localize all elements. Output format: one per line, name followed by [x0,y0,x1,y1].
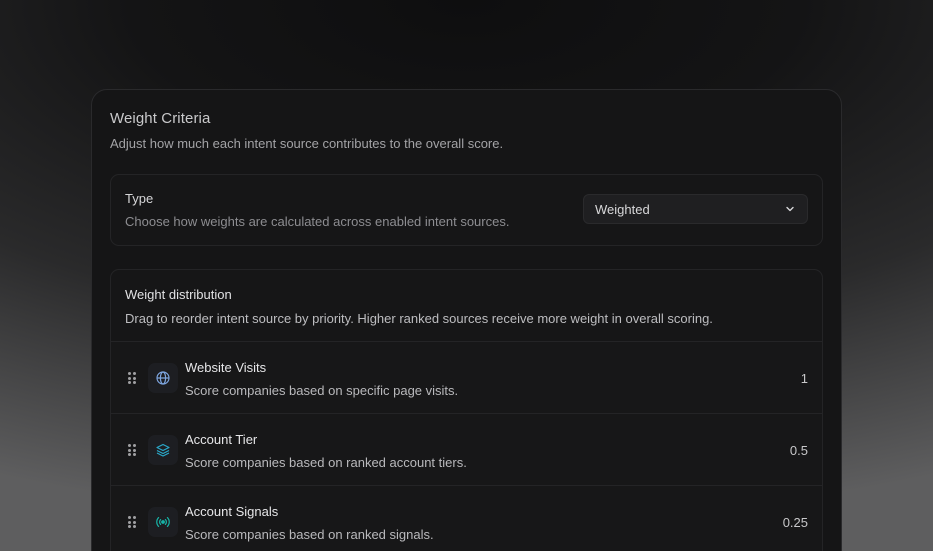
panel-subtitle: Adjust how much each intent source contr… [110,136,504,151]
distribution-title: Weight distribution [125,287,232,302]
intent-source-description: Score companies based on specific page v… [185,383,459,398]
chevron-down-icon [784,203,796,215]
panel-title: Weight Criteria [110,110,211,127]
distribution-description: Drag to reorder intent source by priorit… [125,311,713,326]
weight-criteria-panel: Weight Criteria Adjust how much each int… [91,89,842,551]
intent-source-row-website-visits[interactable]: Website Visits Score companies based on … [111,342,822,414]
intent-source-name: Account Signals [185,504,279,519]
distribution-header: Weight distribution Drag to reorder inte… [111,270,822,342]
intent-source-weight: 0.25 [782,515,808,530]
drag-handle-icon[interactable] [128,444,136,456]
intent-source-weight: 0.5 [789,443,808,458]
type-card: Type Choose how weights are calculated a… [110,174,823,246]
drag-handle-icon[interactable] [128,516,136,528]
layers-icon [148,435,178,465]
intent-source-description: Score companies based on ranked account … [185,455,467,470]
intent-source-row-account-tier[interactable]: Account Tier Score companies based on ra… [111,414,822,486]
weight-type-select[interactable]: Weighted [583,194,808,224]
intent-source-description: Score companies based on ranked signals. [185,527,434,542]
globe-icon [148,363,178,393]
weight-distribution-card: Weight distribution Drag to reorder inte… [110,269,823,551]
drag-handle-icon[interactable] [128,372,136,384]
intent-source-name: Website Visits [185,360,267,375]
intent-source-row-account-signals[interactable]: Account Signals Score companies based on… [111,486,822,551]
intent-source-name: Account Tier [185,432,258,447]
intent-source-weight: 1 [800,371,808,386]
signal-icon [148,507,178,537]
weight-type-select-value: Weighted [595,201,650,217]
